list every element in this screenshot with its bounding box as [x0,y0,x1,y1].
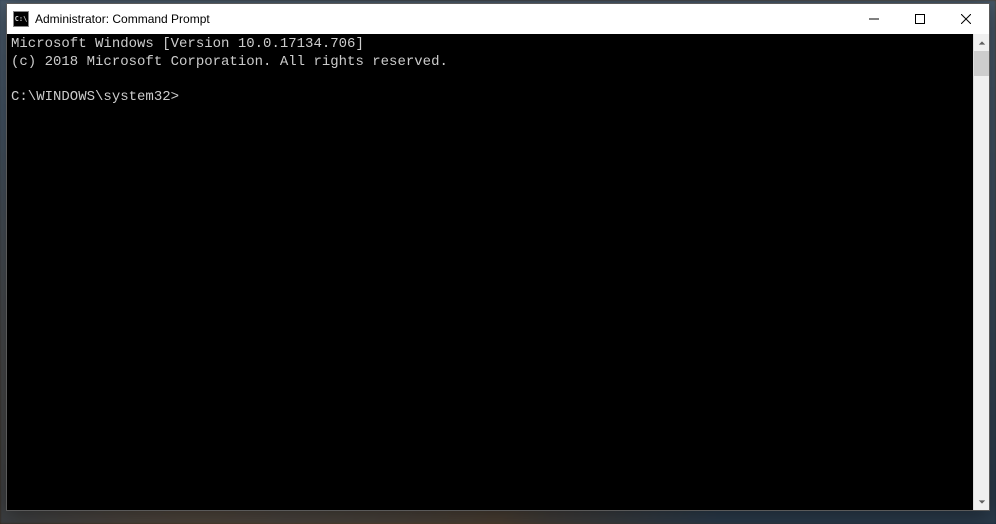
scroll-down-button[interactable] [974,493,989,510]
copyright-line: (c) 2018 Microsoft Corporation. All righ… [11,54,448,70]
minimize-button[interactable] [851,4,897,34]
maximize-button[interactable] [897,4,943,34]
terminal-area: Microsoft Windows [Version 10.0.17134.70… [7,34,989,510]
terminal-output[interactable]: Microsoft Windows [Version 10.0.17134.70… [7,34,973,510]
scrollbar-thumb[interactable] [974,51,989,76]
maximize-icon [915,14,925,24]
close-icon [961,14,971,24]
chevron-up-icon [978,39,986,47]
titlebar[interactable]: C:\ Administrator: Command Prompt [7,4,989,34]
version-line: Microsoft Windows [Version 10.0.17134.70… [11,36,364,52]
chevron-down-icon [978,498,986,506]
scroll-up-button[interactable] [974,34,989,51]
window-controls [851,4,989,34]
window-title: Administrator: Command Prompt [35,12,210,26]
prompt: C:\WINDOWS\system32> [11,89,179,105]
titlebar-left: C:\ Administrator: Command Prompt [7,11,210,27]
command-prompt-window: C:\ Administrator: Command Prompt Micros… [6,3,990,511]
cmd-icon: C:\ [13,11,29,27]
close-button[interactable] [943,4,989,34]
scrollbar-track[interactable] [974,51,989,493]
vertical-scrollbar[interactable] [973,34,989,510]
minimize-icon [869,14,879,24]
